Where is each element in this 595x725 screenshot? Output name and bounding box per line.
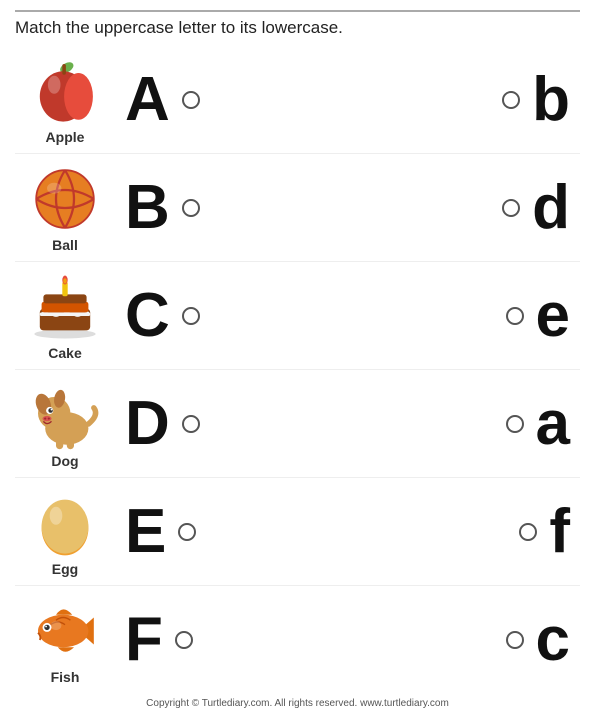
- image-cell-apple: Apple: [15, 55, 115, 145]
- lowercase-letter-5: f: [549, 501, 570, 563]
- page: Match the uppercase letter to its lowerc…: [0, 0, 595, 725]
- uppercase-cell-3: C: [115, 285, 245, 347]
- image-cell-ball: Ball: [15, 163, 115, 253]
- egg-label: Egg: [52, 561, 78, 577]
- egg-image: [29, 487, 101, 559]
- lowercase-letter-6: c: [536, 609, 570, 671]
- lowercase-cell-2: d: [450, 177, 580, 239]
- cake-image: [29, 271, 101, 343]
- lowercase-letter-4: a: [536, 393, 570, 455]
- image-cell-dog: Dog: [15, 379, 115, 469]
- radio-2-left[interactable]: [182, 199, 200, 217]
- radio-6-right[interactable]: [506, 631, 524, 649]
- lowercase-letter-3: e: [536, 285, 570, 347]
- radio-4-right[interactable]: [506, 415, 524, 433]
- ball-image: [29, 163, 101, 235]
- uppercase-cell-1: A: [115, 69, 245, 131]
- fish-image: [29, 595, 101, 667]
- row-5: Egg E f: [15, 478, 580, 586]
- lowercase-cell-3: e: [450, 285, 580, 347]
- radio-1-right[interactable]: [502, 91, 520, 109]
- uppercase-cell-4: D: [115, 393, 245, 455]
- ball-label: Ball: [52, 237, 78, 253]
- image-cell-fish: Fish: [15, 595, 115, 685]
- radio-4-left[interactable]: [182, 415, 200, 433]
- image-cell-egg: Egg: [15, 487, 115, 577]
- radio-3-right[interactable]: [506, 307, 524, 325]
- uppercase-letter-2: B: [125, 177, 170, 239]
- radio-2-right[interactable]: [502, 199, 520, 217]
- fish-label: Fish: [51, 669, 80, 685]
- row-6: Fish F c: [15, 586, 580, 694]
- lowercase-letter-2: d: [532, 177, 570, 239]
- lowercase-cell-1: b: [450, 69, 580, 131]
- uppercase-letter-6: F: [125, 609, 163, 671]
- uppercase-cell-6: F: [115, 609, 245, 671]
- lowercase-cell-4: a: [450, 393, 580, 455]
- radio-6-left[interactable]: [175, 631, 193, 649]
- lowercase-cell-6: c: [450, 609, 580, 671]
- lowercase-letter-1: b: [532, 69, 570, 131]
- uppercase-letter-3: C: [125, 285, 170, 347]
- dog-label: Dog: [51, 453, 78, 469]
- radio-1-left[interactable]: [182, 91, 200, 109]
- uppercase-letter-4: D: [125, 393, 170, 455]
- row-4: Dog D a: [15, 370, 580, 478]
- page-title: Match the uppercase letter to its lowerc…: [15, 18, 343, 37]
- footer-text: Copyright © Turtlediary.com. All rights …: [15, 698, 580, 709]
- title-bar: Match the uppercase letter to its lowerc…: [15, 10, 580, 38]
- row-3: Cake C e: [15, 262, 580, 370]
- apple-label: Apple: [46, 129, 85, 145]
- uppercase-letter-1: A: [125, 69, 170, 131]
- apple-image: [29, 55, 101, 127]
- lowercase-cell-5: f: [450, 501, 580, 563]
- row-1: Apple A b: [15, 46, 580, 154]
- uppercase-cell-2: B: [115, 177, 245, 239]
- image-cell-cake: Cake: [15, 271, 115, 361]
- radio-5-right[interactable]: [519, 523, 537, 541]
- cake-label: Cake: [48, 345, 81, 361]
- dog-image: [29, 379, 101, 451]
- radio-3-left[interactable]: [182, 307, 200, 325]
- row-2: Ball B d: [15, 154, 580, 262]
- radio-5-left[interactable]: [178, 523, 196, 541]
- uppercase-letter-5: E: [125, 501, 166, 563]
- uppercase-cell-5: E: [115, 501, 245, 563]
